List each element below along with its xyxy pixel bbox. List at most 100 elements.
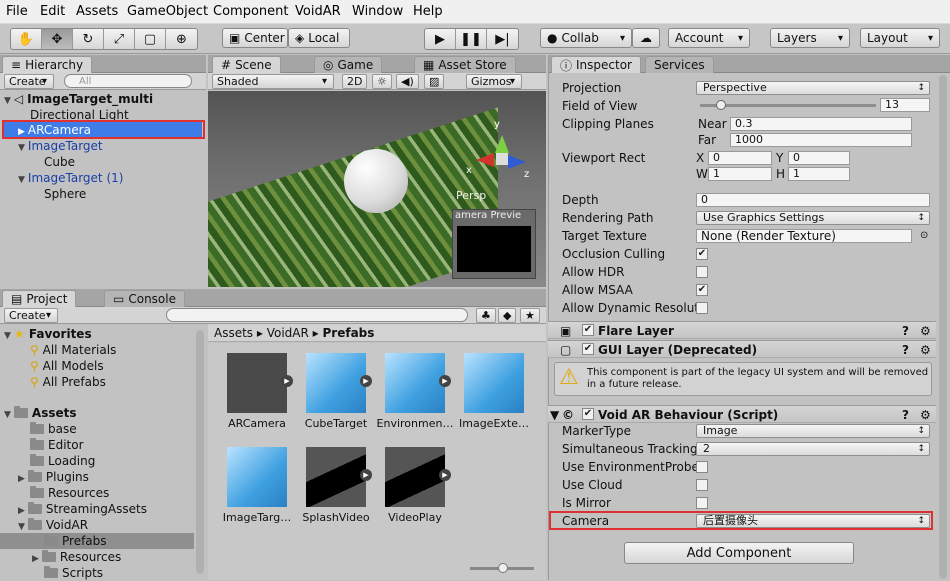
asset-videoplay[interactable]: ▶ VideoPlay <box>375 447 455 524</box>
asset-imageextended[interactable]: ImageExte… <box>454 353 534 430</box>
scene-root[interactable]: ▼ ◁ ImageTarget_multi <box>4 91 153 107</box>
projection-dropdown[interactable]: Perspective <box>696 81 930 95</box>
object-picker-icon[interactable]: ⊙ <box>920 230 928 241</box>
pause-icon[interactable]: ❚❚ <box>456 29 487 49</box>
shading-mode-dropdown[interactable]: Shaded <box>212 74 334 89</box>
hierarchy-item-cube[interactable]: Cube <box>44 154 75 170</box>
far-input[interactable]: 1000 <box>730 133 912 147</box>
asset-cubetarget[interactable]: ▶ CubeTarget <box>296 353 376 430</box>
scene-viewport[interactable]: Persp y x z amera Previe <box>208 91 546 287</box>
asset-splashvideo[interactable]: ▶ SplashVideo <box>296 447 376 524</box>
gizmos-dropdown[interactable]: Gizmos <box>466 74 522 89</box>
breadcrumb-voidar[interactable]: VoidAR <box>267 326 309 340</box>
flare-layer-header[interactable]: ▣ Flare Layer ? ⚙ <box>548 321 936 339</box>
layers-dropdown[interactable]: Layers <box>770 28 850 48</box>
menu-window[interactable]: Window <box>352 4 403 19</box>
project-create-button[interactable]: Create <box>4 308 58 323</box>
gear-icon[interactable]: ⚙ <box>920 408 931 422</box>
target-texture-field[interactable]: None (Render Texture) <box>696 229 912 243</box>
marker-type-dropdown[interactable]: Image <box>696 424 930 438</box>
favorite-all-models[interactable]: ⚲ All Models <box>30 358 104 374</box>
mode-2d-toggle[interactable]: 2D <box>342 74 368 89</box>
folder-resources[interactable]: Resources <box>30 485 109 501</box>
account-dropdown[interactable]: Account <box>668 28 750 48</box>
local-toggle[interactable]: ◈ Local <box>288 28 350 48</box>
folder-voidar-resources[interactable]: ▶ Resources <box>32 549 121 565</box>
tracking-dropdown[interactable]: 2 <box>696 442 930 456</box>
tab-scene[interactable]: # Scene <box>212 56 281 73</box>
axis-gizmo[interactable]: y x z <box>466 119 529 181</box>
gui-layer-header[interactable]: ▢ GUI Layer (Deprecated) ? ⚙ <box>548 340 936 358</box>
folder-voidar[interactable]: ▼ VoidAR <box>18 517 88 533</box>
assets-root[interactable]: ▼ Assets <box>4 405 77 421</box>
gui-layer-enabled-checkbox[interactable] <box>582 343 594 355</box>
gear-icon[interactable]: ⚙ <box>920 324 931 338</box>
breadcrumb-prefabs[interactable]: Prefabs <box>323 326 375 340</box>
rect-icon[interactable]: ▢ <box>135 29 166 49</box>
play-icon[interactable]: ▶ <box>425 29 456 49</box>
add-component-button[interactable]: Add Component <box>624 542 854 564</box>
scale-icon[interactable]: ⤢ <box>104 29 135 49</box>
dynres-checkbox[interactable] <box>696 302 708 314</box>
hdr-checkbox[interactable] <box>696 266 708 278</box>
menu-file[interactable]: File <box>6 4 28 19</box>
hierarchy-create-button[interactable]: Create <box>4 74 54 89</box>
fov-slider[interactable] <box>700 100 876 110</box>
folder-base[interactable]: base <box>30 421 77 437</box>
rotate-icon[interactable]: ↻ <box>73 29 104 49</box>
folder-editor[interactable]: Editor <box>30 437 84 453</box>
audio-toggle[interactable]: ◀) <box>396 74 419 89</box>
help-icon[interactable]: ? <box>902 343 909 357</box>
occlusion-checkbox[interactable] <box>696 248 708 260</box>
fov-input[interactable]: 13 <box>880 98 930 112</box>
menu-voidar[interactable]: VoidAR <box>295 4 341 19</box>
voidar-enabled-checkbox[interactable] <box>582 408 594 420</box>
favorite-all-prefabs[interactable]: ⚲ All Prefabs <box>30 374 106 390</box>
tab-hierarchy[interactable]: ≡ Hierarchy <box>2 56 93 73</box>
asset-environment[interactable]: ▶ Environmen… <box>375 353 455 430</box>
breadcrumb-assets[interactable]: Assets <box>214 326 253 340</box>
zoom-slider-thumb[interactable] <box>498 563 508 573</box>
inspector-scrollbar[interactable] <box>939 75 947 579</box>
folder-scripts[interactable]: Scripts <box>44 565 103 581</box>
zoom-slider[interactable] <box>470 563 534 573</box>
viewport-w-input[interactable]: 1 <box>708 167 772 181</box>
hierarchy-item-imagetarget-1[interactable]: ▼ ImageTarget (1) <box>18 170 123 186</box>
collab-dropdown[interactable]: ● Collab <box>540 28 632 48</box>
tab-project[interactable]: ▤ Project <box>2 290 77 307</box>
tab-services[interactable]: Services <box>645 56 714 73</box>
help-icon[interactable]: ? <box>902 324 909 338</box>
voidar-behaviour-header[interactable]: ▼ © Void AR Behaviour (Script) ? ⚙ <box>548 405 936 423</box>
sphere-object[interactable] <box>344 149 408 213</box>
viewport-h-input[interactable]: 1 <box>788 167 850 181</box>
help-icon[interactable]: ? <box>902 408 909 422</box>
asset-imagetarget[interactable]: ImageTarg… <box>217 447 297 524</box>
menu-assets[interactable]: Assets <box>76 4 118 19</box>
rendering-path-dropdown[interactable]: Use Graphics Settings <box>696 211 930 225</box>
menu-component[interactable]: Component <box>213 4 288 19</box>
folder-loading[interactable]: Loading <box>30 453 95 469</box>
cloud-button[interactable]: ☁ <box>632 28 660 48</box>
project-search-input[interactable] <box>166 308 468 322</box>
depth-input[interactable]: 0 <box>696 193 930 207</box>
gear-icon[interactable]: ⚙ <box>920 343 931 357</box>
asset-arcamera[interactable]: ▶ ARCamera <box>217 353 297 430</box>
tab-game[interactable]: ◎ Game <box>314 56 383 73</box>
transform-icon[interactable]: ⊕ <box>166 29 197 49</box>
filter-label-button[interactable]: ◆ <box>498 308 517 323</box>
tab-asset-store[interactable]: ▦ Asset Store <box>414 56 516 73</box>
viewport-y-input[interactable]: 0 <box>788 151 850 165</box>
tab-console[interactable]: ▭ Console <box>104 290 185 307</box>
hierarchy-search-input[interactable]: All <box>64 74 192 88</box>
hierarchy-item-imagetarget[interactable]: ▼ ImageTarget <box>18 138 103 154</box>
favorites-header[interactable]: ▼ ★ Favorites <box>4 326 92 342</box>
filter-type-button[interactable]: ♣ <box>476 308 496 323</box>
hierarchy-item-sphere[interactable]: Sphere <box>44 186 86 202</box>
flare-layer-enabled-checkbox[interactable] <box>582 324 594 336</box>
hand-icon[interactable]: ✋ <box>11 29 42 49</box>
move-icon[interactable]: ✥ <box>42 29 73 49</box>
menu-edit[interactable]: Edit <box>40 4 65 19</box>
lighting-toggle[interactable]: ☼ <box>372 74 392 89</box>
msaa-checkbox[interactable] <box>696 284 708 296</box>
tab-inspector[interactable]: ⓘ Inspector <box>551 56 641 73</box>
